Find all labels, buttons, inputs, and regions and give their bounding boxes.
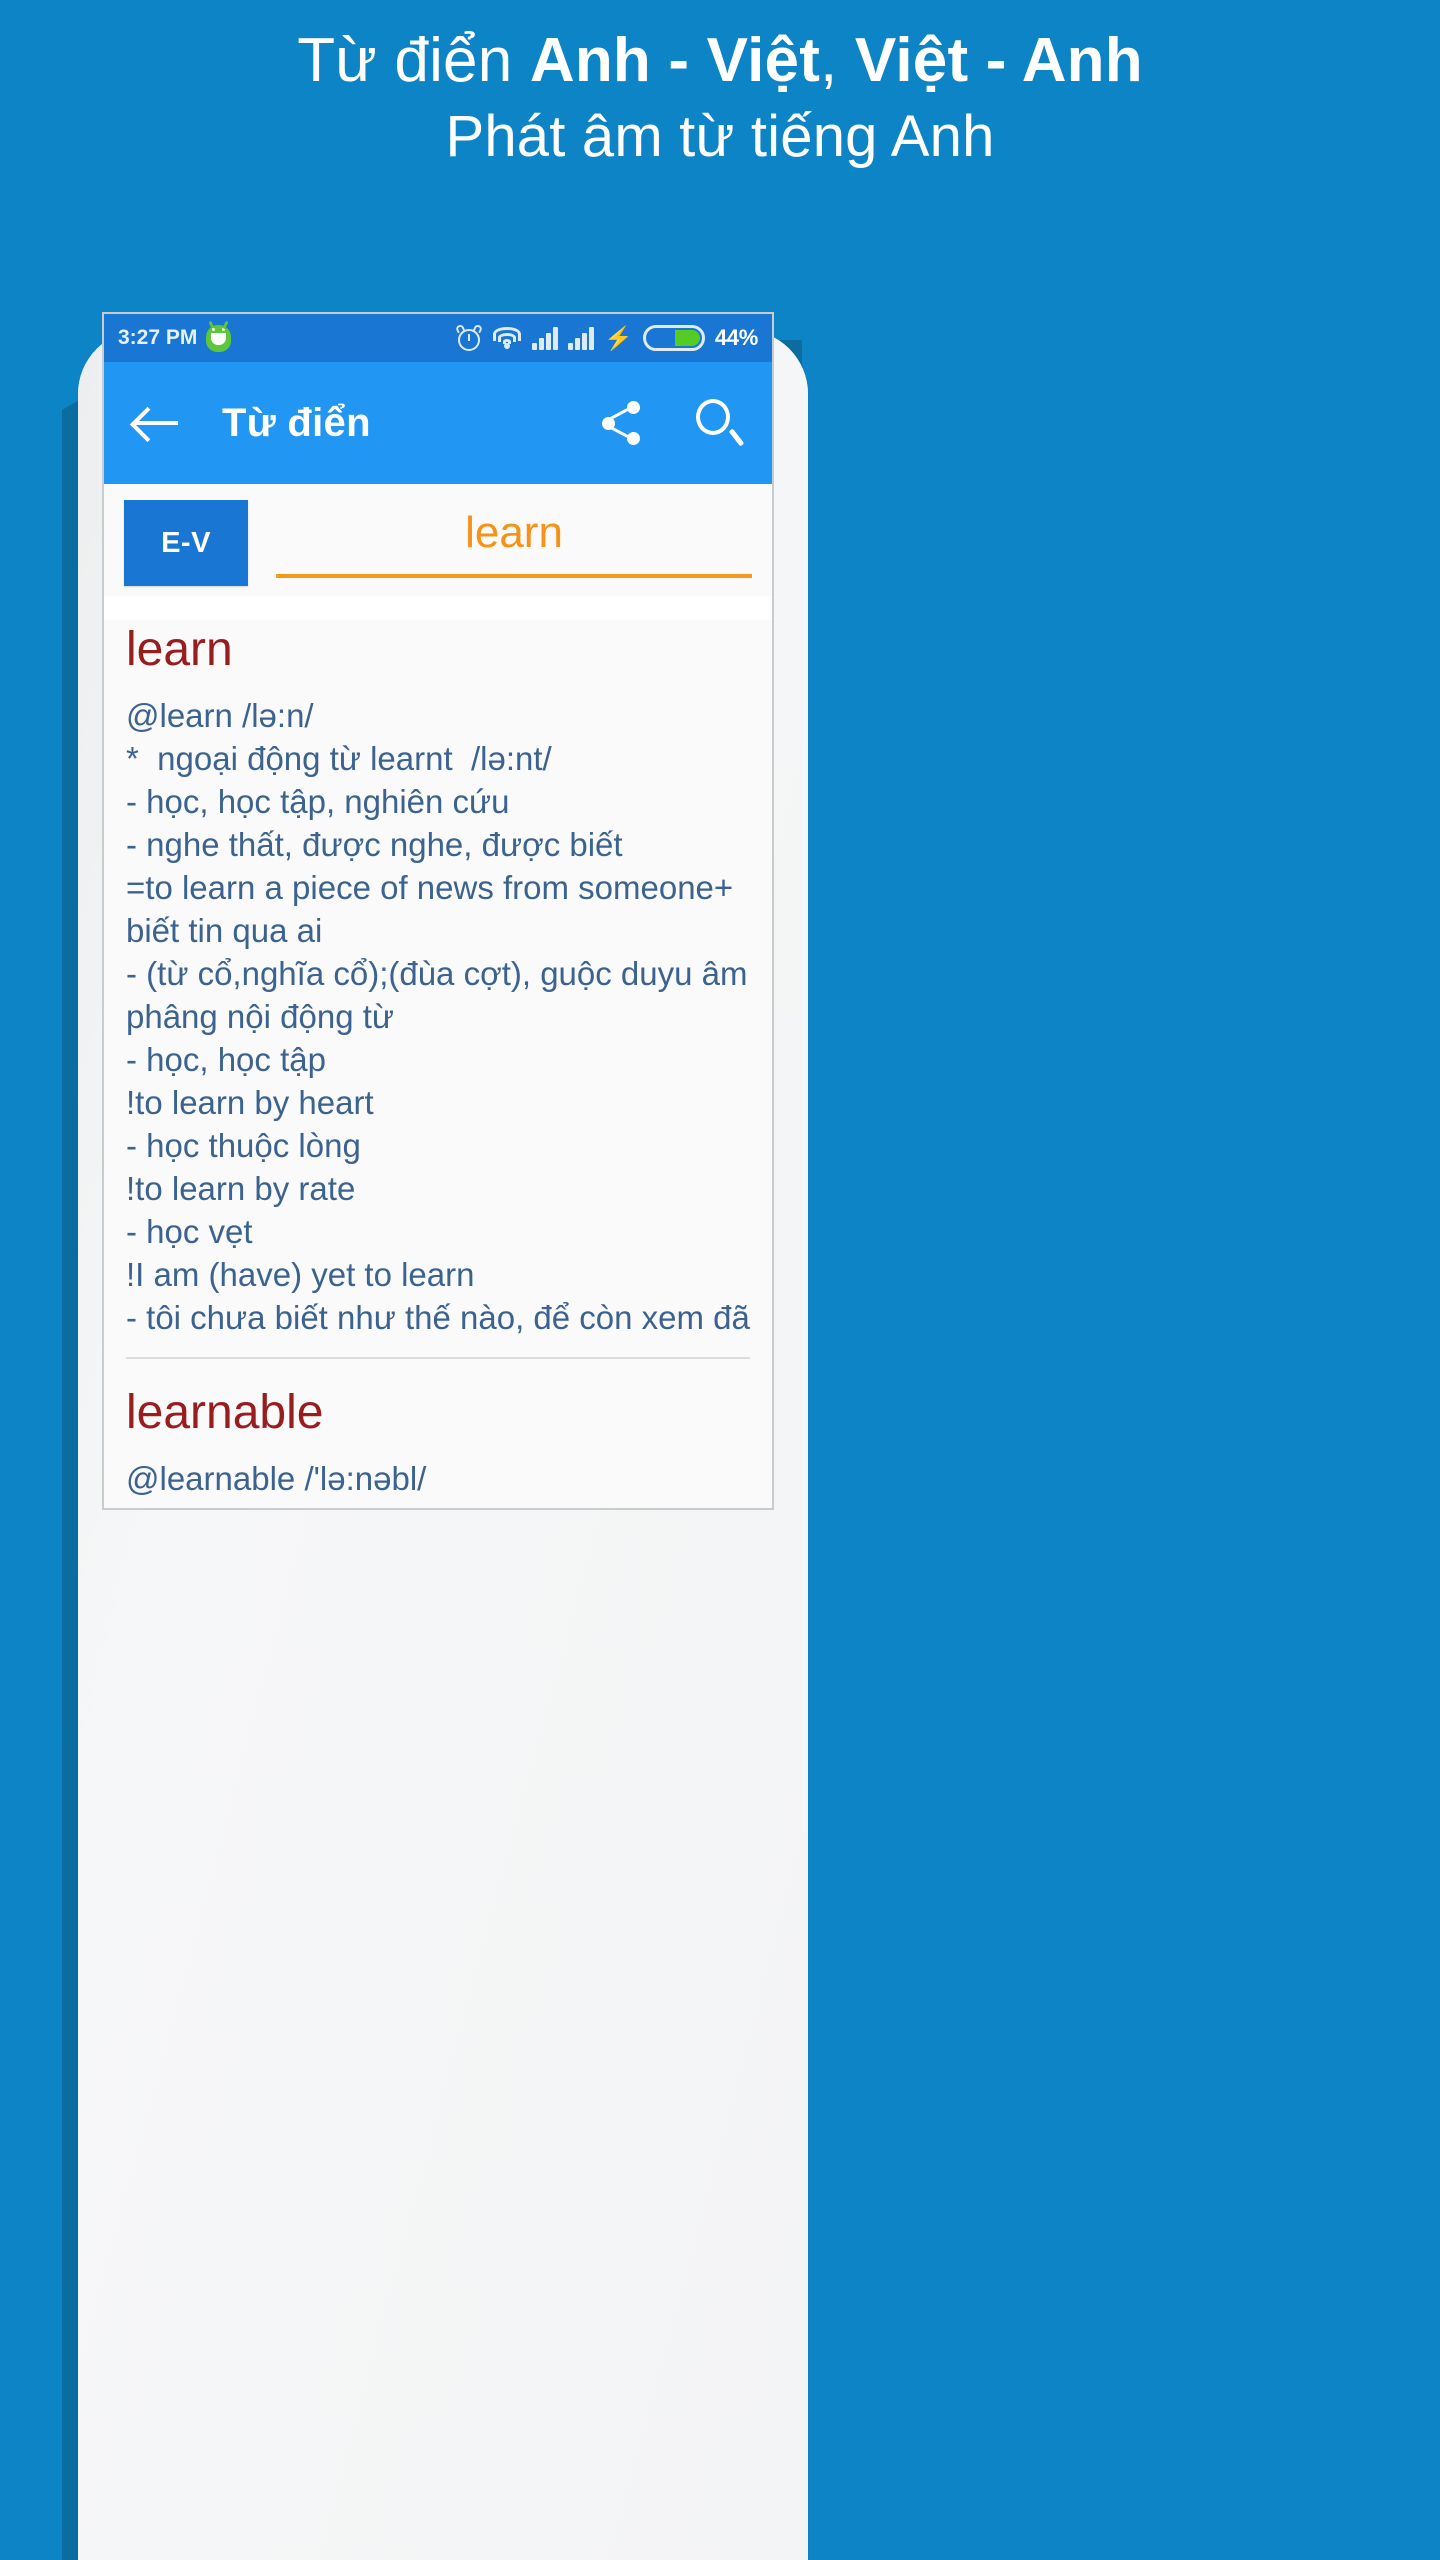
- entry-definition: @learnable /'lə:nəbl/ * tính từ: [126, 1460, 427, 1508]
- share-icon[interactable]: [602, 401, 642, 445]
- promo-title-light: Từ điển: [297, 26, 530, 95]
- entry-definition: @learn /lə:n/ * ngoại động từ learnt /lə…: [126, 697, 750, 1336]
- search-bar: E-V learn: [104, 484, 772, 596]
- battery-icon: [642, 325, 705, 351]
- promo-header: Từ điển Anh - Việt, Việt - Anh Phát âm t…: [0, 0, 1440, 210]
- dictionary-entry[interactable]: learnable @learnable /'lə:nəbl/ * tính t…: [104, 1383, 772, 1508]
- promo-title-separator: ,: [820, 26, 855, 95]
- app-toolbar: Từ điển: [104, 362, 772, 484]
- charging-bolt-icon: ⚡: [604, 324, 633, 351]
- definition-list: learn @learn /lə:n/ * ngoại động từ lear…: [104, 620, 772, 1508]
- entry-headword: learn: [126, 623, 233, 676]
- android-robot-icon: [206, 324, 232, 352]
- dictionary-mode-button[interactable]: E-V: [124, 500, 248, 586]
- phone-screen: 3:27 PM ⚡ 44% Từ điển E-V learn learn @l…: [102, 312, 774, 1510]
- page-title: Từ điển: [222, 400, 371, 445]
- promo-subtitle: Phát âm từ tiếng Anh: [445, 104, 995, 169]
- search-input-underline: [276, 574, 752, 578]
- dictionary-entry[interactable]: learn @learn /lə:n/ * ngoại động từ lear…: [104, 620, 772, 1359]
- status-bar: 3:27 PM ⚡ 44%: [104, 314, 772, 362]
- signal-bars-icon-1: [532, 326, 559, 350]
- status-bar-clock: 3:27 PM: [118, 326, 198, 349]
- promo-title-bold-a: Anh - Việt: [529, 26, 821, 95]
- status-bar-left: 3:27 PM: [118, 324, 232, 352]
- back-arrow-icon[interactable]: [134, 405, 180, 441]
- entry-headword: learnable: [126, 1386, 324, 1439]
- promo-title-bold-b: Việt - Anh: [854, 26, 1143, 95]
- entry-divider: [126, 1357, 750, 1359]
- search-input[interactable]: learn: [276, 504, 752, 570]
- status-bar-right: ⚡ 44%: [455, 323, 758, 351]
- alarm-clock-icon: [455, 323, 484, 351]
- signal-bars-icon-2: [568, 326, 595, 350]
- battery-percent-label: 44%: [714, 325, 758, 350]
- search-input-wrapper[interactable]: learn: [276, 500, 752, 578]
- toolbar-actions: [602, 399, 745, 447]
- search-icon[interactable]: [694, 399, 745, 447]
- promo-title-line1: Từ điển Anh - Việt, Việt - Anh: [297, 22, 1143, 100]
- wifi-icon: [492, 326, 522, 350]
